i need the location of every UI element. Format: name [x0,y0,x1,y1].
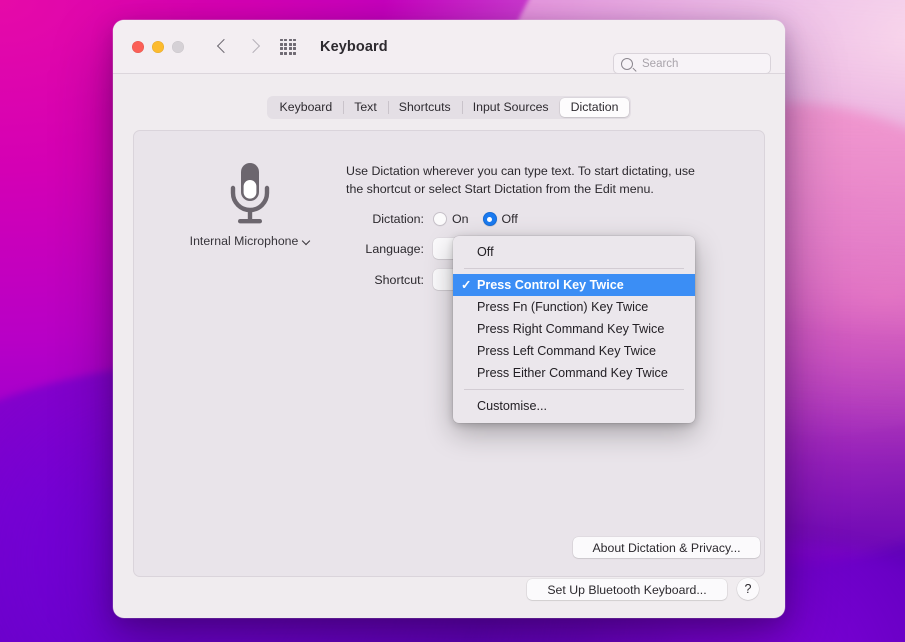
zoom-button [172,41,184,53]
shortcut-dropdown-menu[interactable]: Off ✓ Press Control Key Twice Press Fn (… [453,236,695,423]
dictation-radio-group: On Off [433,212,518,226]
menu-item-press-either-command-key-twice[interactable]: Press Either Command Key Twice [453,362,695,384]
keyboard-preferences-window: Keyboard Keyboard Text Shortcuts Input S… [113,20,785,618]
radio-off-indicator [483,212,497,226]
tab-bar-container: Keyboard Text Shortcuts Input Sources Di… [113,96,785,119]
traffic-lights [132,41,184,53]
language-label: Language: [134,242,433,256]
help-button[interactable]: ? [737,578,759,600]
search-input[interactable] [640,57,764,71]
set-up-bluetooth-keyboard-button[interactable]: Set Up Bluetooth Keyboard... [527,579,727,600]
microphone-selector: Internal Microphone [174,161,326,250]
dictation-row: Dictation: On Off [134,212,518,226]
menu-separator [464,268,684,269]
menu-item-press-left-command-key-twice[interactable]: Press Left Command Key Twice [453,340,695,362]
dictation-pane: Internal Microphone Use Dictation wherev… [133,130,765,577]
all-preferences-grid-icon[interactable] [280,39,296,55]
menu-item-off[interactable]: Off [453,241,695,263]
menu-item-press-right-command-key-twice[interactable]: Press Right Command Key Twice [453,318,695,340]
dictation-description: Use Dictation wherever you can type text… [346,163,708,198]
about-dictation-privacy-button[interactable]: About Dictation & Privacy... [573,537,760,558]
back-chevron-icon[interactable] [218,38,228,55]
navigation-buttons [218,38,258,55]
page-title: Keyboard [320,39,388,55]
search-field[interactable] [613,53,771,74]
check-icon: ✓ [461,274,471,296]
menu-item-label: Press Control Key Twice [477,278,624,292]
dictation-radio-on[interactable]: On [433,212,469,226]
radio-off-label: Off [502,212,518,226]
tab-input-sources[interactable]: Input Sources [462,98,560,117]
tab-dictation[interactable]: Dictation [560,98,630,117]
menu-item-press-control-key-twice[interactable]: ✓ Press Control Key Twice [453,274,695,296]
menu-item-customise[interactable]: Customise... [453,395,695,417]
minimize-button[interactable] [152,41,164,53]
tab-bar: Keyboard Text Shortcuts Input Sources Di… [267,96,632,119]
menu-separator [464,389,684,390]
menu-item-press-fn-key-twice[interactable]: Press Fn (Function) Key Twice [453,296,695,318]
tab-shortcuts[interactable]: Shortcuts [388,98,462,117]
radio-on-indicator [433,212,447,226]
search-icon [621,58,633,70]
tab-keyboard[interactable]: Keyboard [269,98,344,117]
dictation-radio-off[interactable]: Off [483,212,518,226]
close-button[interactable] [132,41,144,53]
shortcut-label: Shortcut: [134,273,433,287]
tab-text[interactable]: Text [343,98,388,117]
dictation-label: Dictation: [134,212,433,226]
forward-chevron-icon [248,38,258,55]
radio-on-label: On [452,212,469,226]
window-titlebar: Keyboard [113,20,785,74]
